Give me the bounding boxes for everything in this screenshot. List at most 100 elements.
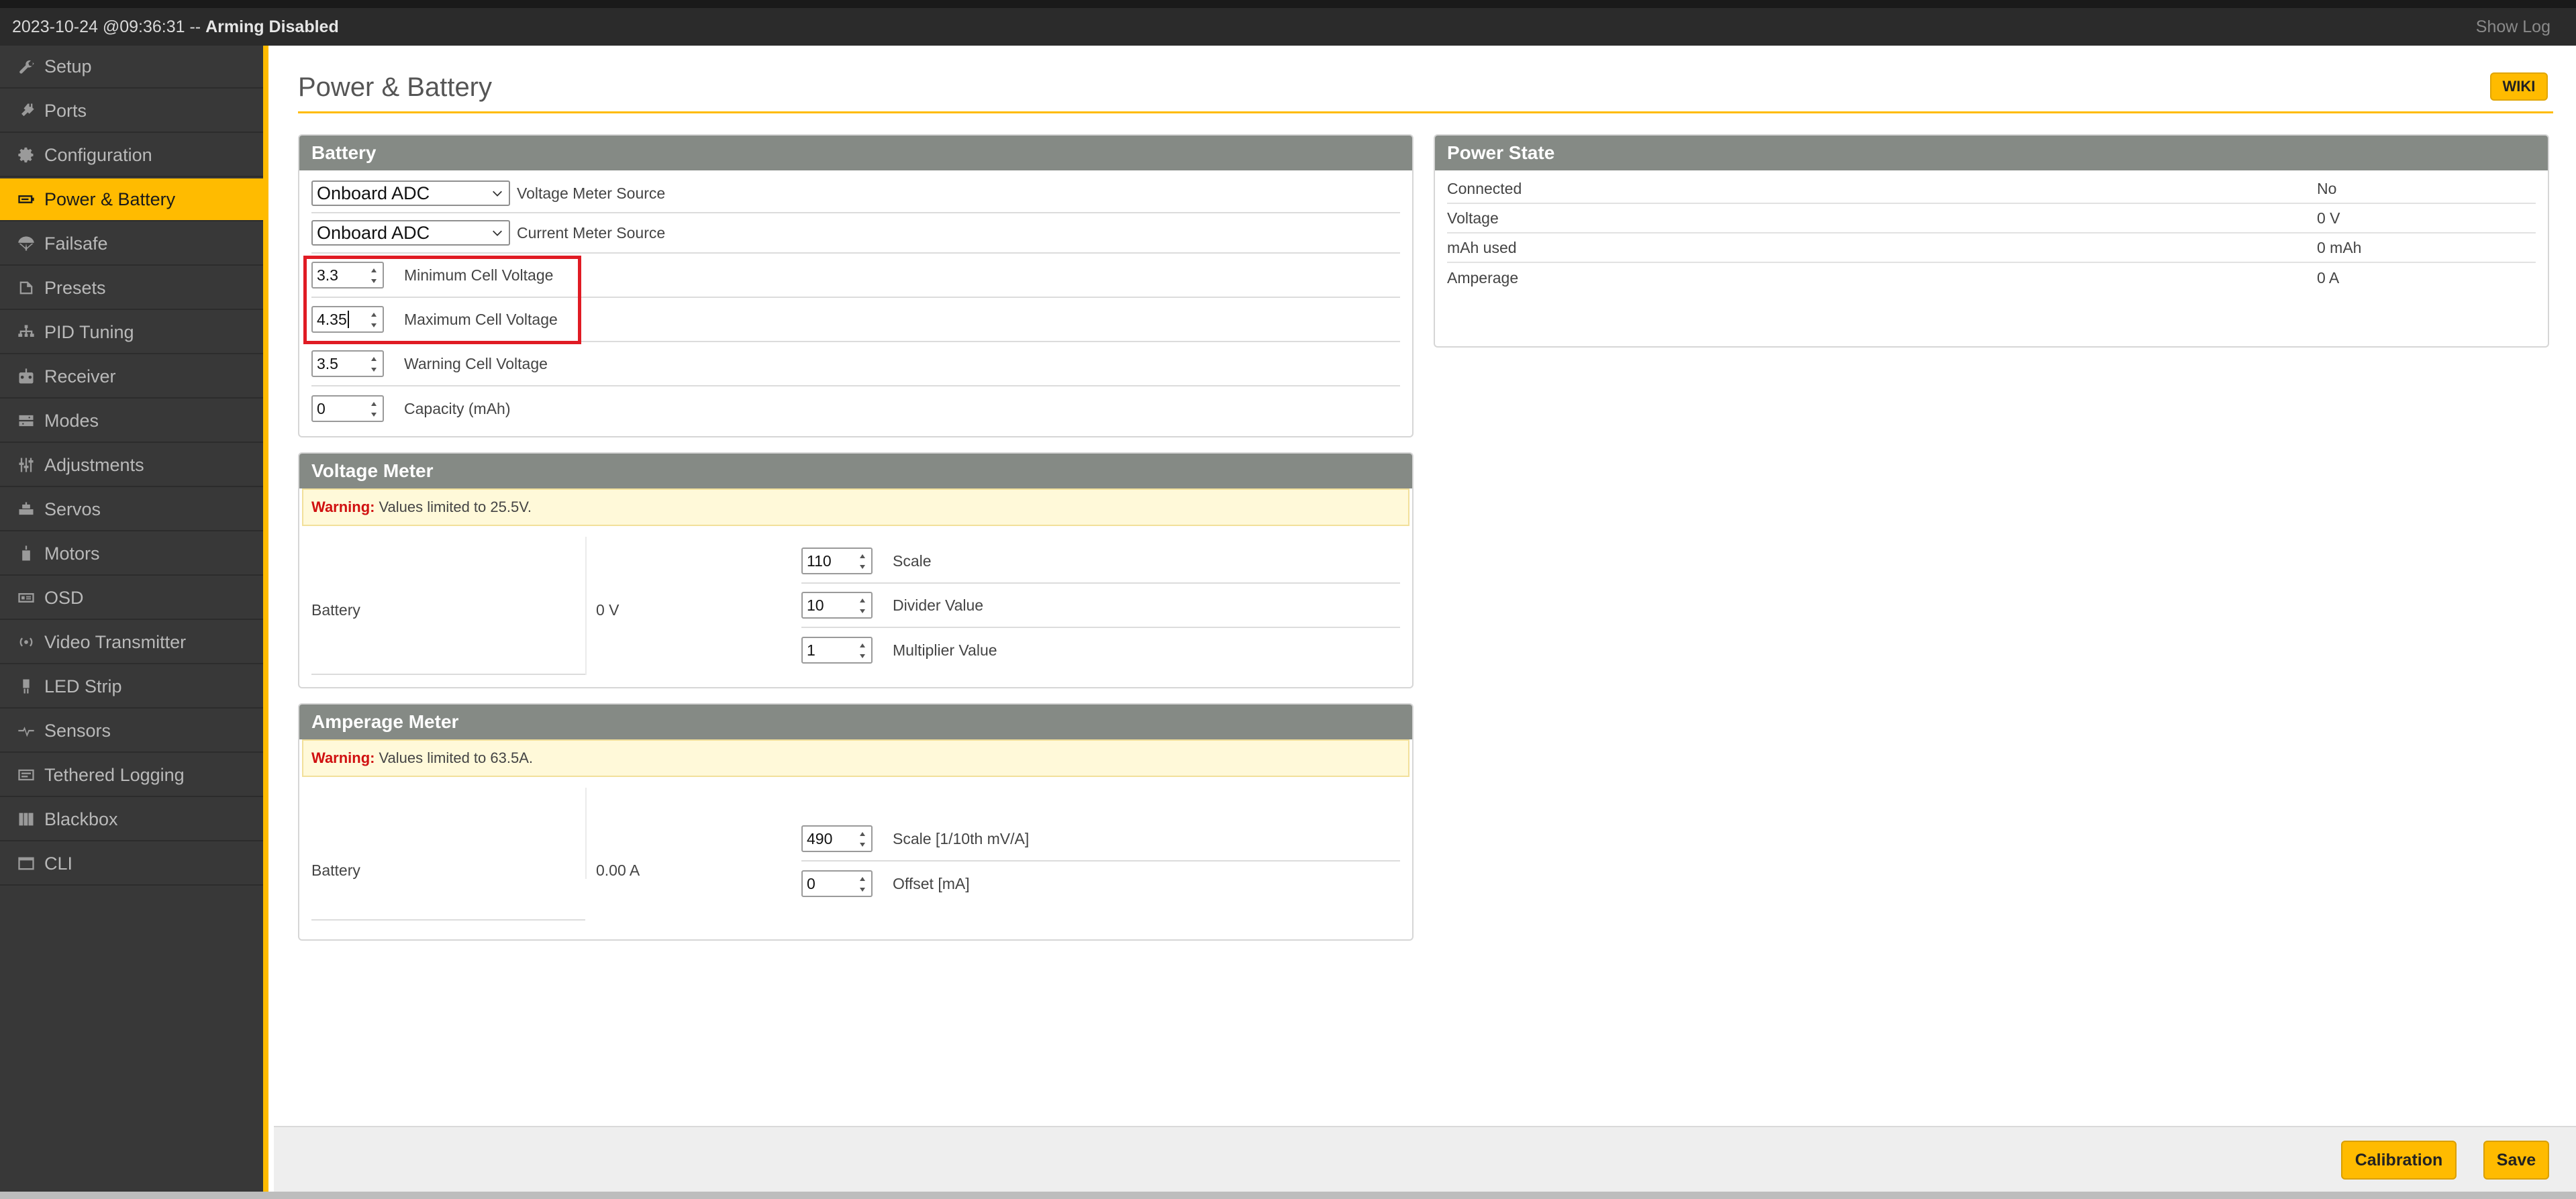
sidebar-item-configuration[interactable]: Configuration bbox=[0, 134, 263, 177]
current-meter-source-select[interactable]: Onboard ADC bbox=[311, 220, 510, 246]
spin-down-icon[interactable] bbox=[370, 322, 378, 329]
row-value: 0 V bbox=[2317, 209, 2340, 227]
spinner-arrows[interactable] bbox=[858, 597, 867, 615]
voltage-meter-source-label: Voltage Meter Source bbox=[517, 184, 666, 202]
sidebar-item-label: Setup bbox=[44, 56, 92, 76]
sidebar-item-modes[interactable]: Modes bbox=[0, 400, 263, 443]
battery-icon bbox=[16, 189, 36, 209]
spin-up-icon[interactable] bbox=[858, 831, 866, 837]
multiplier-value-input[interactable]: 1 bbox=[801, 637, 873, 664]
spin-down-icon[interactable] bbox=[858, 608, 866, 615]
wiki-button[interactable]: WIKI bbox=[2490, 72, 2548, 101]
osd-icon bbox=[16, 588, 36, 608]
sidebar-item-receiver[interactable]: Receiver bbox=[0, 356, 263, 399]
spin-down-icon[interactable] bbox=[370, 366, 378, 373]
spinner-arrows[interactable] bbox=[858, 553, 867, 570]
spin-down-icon[interactable] bbox=[370, 411, 378, 418]
sidebar-item-video-transmitter[interactable]: Video Transmitter bbox=[0, 621, 263, 664]
capacity-input[interactable]: 0 bbox=[311, 395, 384, 422]
row-divider bbox=[311, 674, 585, 675]
spin-down-icon[interactable] bbox=[858, 564, 866, 570]
arming-status-text: Arming Disabled bbox=[205, 17, 339, 36]
sidebar-item-setup[interactable]: Setup bbox=[0, 46, 263, 89]
divider-value-input[interactable]: 10 bbox=[801, 592, 873, 619]
amperage-meter-name: Battery bbox=[311, 862, 360, 879]
input-value: 3.5 bbox=[317, 354, 338, 372]
title-strip bbox=[0, 0, 2576, 8]
motor-icon bbox=[16, 543, 36, 564]
spin-up-icon[interactable] bbox=[858, 553, 866, 560]
sliders-icon bbox=[16, 455, 36, 475]
spin-down-icon[interactable] bbox=[858, 653, 866, 660]
warning-cell-voltage-input[interactable]: 3.5 bbox=[311, 350, 384, 377]
min-cell-voltage-label: Minimum Cell Voltage bbox=[404, 266, 554, 284]
input-value: 3.3 bbox=[317, 266, 338, 284]
spin-down-icon[interactable] bbox=[858, 841, 866, 848]
input-value: 4.35 bbox=[317, 310, 347, 328]
amperage-meter-reading: 0.00 A bbox=[596, 862, 640, 879]
sidebar: Setup Ports Configuration Power & Batter… bbox=[0, 46, 268, 1199]
offset-input[interactable]: 0 bbox=[801, 870, 873, 897]
servo-icon bbox=[16, 499, 36, 519]
battery-panel: Battery Onboard ADC Voltage Meter Source… bbox=[298, 134, 1414, 437]
spinner-arrows[interactable] bbox=[369, 356, 379, 373]
voltage-scale-input[interactable]: 110 bbox=[801, 548, 873, 574]
chevron-down-icon bbox=[493, 191, 502, 197]
sidebar-item-cli[interactable]: CLI bbox=[0, 843, 263, 886]
sidebar-item-label: Blackbox bbox=[44, 809, 118, 829]
spin-up-icon[interactable] bbox=[370, 267, 378, 274]
amperage-meter-panel-title: Amperage Meter bbox=[299, 705, 1412, 739]
select-value: Onboard ADC bbox=[317, 222, 430, 243]
input-value: 490 bbox=[807, 829, 833, 847]
sidebar-item-pid-tuning[interactable]: PID Tuning bbox=[0, 311, 263, 354]
sidebar-item-tethered-logging[interactable]: Tethered Logging bbox=[0, 754, 263, 797]
spin-up-icon[interactable] bbox=[370, 401, 378, 407]
row-divider bbox=[311, 919, 585, 921]
sidebar-item-label: Configuration bbox=[44, 144, 152, 165]
spinner-arrows[interactable] bbox=[369, 311, 379, 329]
spinner-arrows[interactable] bbox=[858, 876, 867, 893]
select-value: Onboard ADC bbox=[317, 183, 430, 203]
min-cell-voltage-input[interactable]: 3.3 bbox=[311, 262, 384, 289]
spin-up-icon[interactable] bbox=[370, 356, 378, 362]
spin-up-icon[interactable] bbox=[858, 642, 866, 649]
title-divider bbox=[298, 111, 2553, 113]
spin-up-icon[interactable] bbox=[858, 597, 866, 604]
sidebar-item-sensors[interactable]: Sensors bbox=[0, 710, 263, 753]
sidebar-item-osd[interactable]: OSD bbox=[0, 577, 263, 620]
spin-up-icon[interactable] bbox=[858, 876, 866, 882]
calibration-button[interactable]: Calibration bbox=[2341, 1141, 2457, 1180]
sidebar-item-failsafe[interactable]: Failsafe bbox=[0, 223, 263, 266]
sidebar-item-power-battery[interactable]: Power & Battery bbox=[0, 178, 263, 221]
power-state-panel: Power State Connected No Voltage 0 V mAh… bbox=[1434, 134, 2549, 348]
sidebar-item-label: CLI bbox=[44, 853, 73, 874]
spinner-arrows[interactable] bbox=[858, 831, 867, 848]
voltage-meter-body: Battery 0 V 110 Scale 10 Divider Value 1… bbox=[311, 537, 1400, 684]
current-source-row: Onboard ADC Current Meter Source bbox=[311, 213, 1400, 254]
sidebar-item-motors[interactable]: Motors bbox=[0, 533, 263, 576]
save-button[interactable]: Save bbox=[2483, 1141, 2549, 1180]
spin-down-icon[interactable] bbox=[370, 278, 378, 284]
show-log-link[interactable]: Show Log bbox=[2476, 17, 2550, 37]
max-cell-voltage-input[interactable]: 4.35 bbox=[311, 306, 384, 333]
input-value: 0 bbox=[807, 874, 815, 892]
spinner-arrows[interactable] bbox=[369, 267, 379, 284]
sidebar-item-servos[interactable]: Servos bbox=[0, 488, 263, 531]
sidebar-item-blackbox[interactable]: Blackbox bbox=[0, 798, 263, 841]
receiver-icon bbox=[16, 366, 36, 386]
voltage-source-row: Onboard ADC Voltage Meter Source bbox=[311, 174, 1400, 213]
sidebar-item-led-strip[interactable]: LED Strip bbox=[0, 666, 263, 709]
voltage-meter-source-select[interactable]: Onboard ADC bbox=[311, 180, 510, 206]
power-state-row-amperage: Amperage 0 A bbox=[1447, 263, 2536, 293]
amperage-meter-panel: Amperage Meter Warning: Values limited t… bbox=[298, 703, 1414, 941]
spin-down-icon[interactable] bbox=[858, 886, 866, 893]
sidebar-item-label: Power & Battery bbox=[44, 189, 176, 209]
sidebar-item-presets[interactable]: Presets bbox=[0, 267, 263, 310]
sidebar-item-ports[interactable]: Ports bbox=[0, 90, 263, 133]
amperage-scale-input[interactable]: 490 bbox=[801, 825, 873, 852]
amperage-scale-row: 490 Scale [1/10th mV/A] bbox=[801, 817, 1400, 862]
sidebar-item-adjustments[interactable]: Adjustments bbox=[0, 444, 263, 487]
spinner-arrows[interactable] bbox=[369, 401, 379, 418]
spin-up-icon[interactable] bbox=[370, 311, 378, 318]
spinner-arrows[interactable] bbox=[858, 642, 867, 660]
